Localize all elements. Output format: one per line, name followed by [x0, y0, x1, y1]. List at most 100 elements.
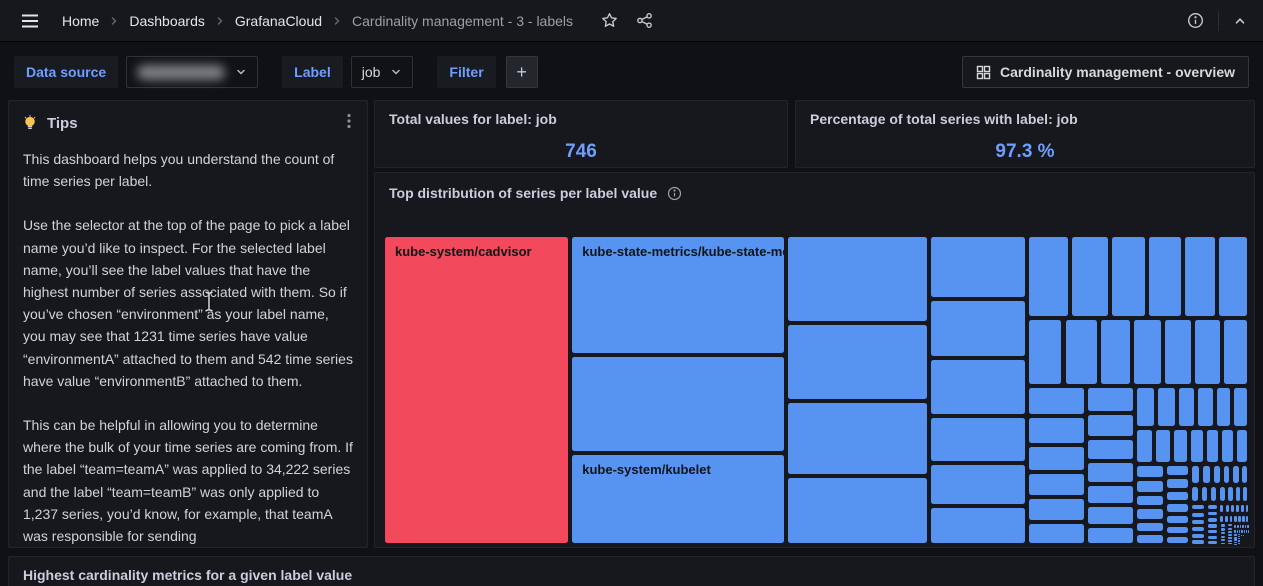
treemap-rect[interactable]	[1208, 530, 1217, 533]
breadcrumb-dashboards[interactable]: Dashboards	[129, 13, 205, 29]
treemap-rect[interactable]	[1214, 466, 1220, 484]
treemap-rect[interactable]	[1217, 388, 1231, 426]
treemap-rect[interactable]	[1158, 388, 1174, 426]
chevron-up-icon[interactable]	[1233, 14, 1247, 28]
treemap-rect[interactable]	[1221, 536, 1226, 538]
treemap-rect[interactable]	[1174, 430, 1187, 461]
treemap-rect[interactable]	[931, 418, 1025, 461]
treemap-rect[interactable]	[788, 403, 927, 474]
add-filter-button[interactable]: +	[506, 56, 538, 88]
treemap-rect[interactable]	[1112, 237, 1145, 316]
treemap-rect[interactable]	[1237, 530, 1238, 533]
star-icon[interactable]	[601, 12, 618, 29]
treemap-rect[interactable]	[1088, 507, 1133, 523]
overview-dashboard-link-button[interactable]: Cardinality management - overview	[962, 56, 1249, 88]
treemap-rect[interactable]	[1156, 430, 1170, 461]
treemap-rect[interactable]	[1219, 237, 1247, 316]
treemap-rect[interactable]	[1137, 523, 1163, 532]
treemap-rect[interactable]	[1167, 504, 1188, 512]
treemap-rect[interactable]	[1165, 320, 1191, 385]
treemap-rect[interactable]	[1221, 543, 1226, 545]
treemap-rect[interactable]	[1246, 516, 1248, 521]
treemap-rect[interactable]	[1192, 466, 1199, 484]
treemap-rect[interactable]	[1221, 528, 1226, 530]
treemap-rect[interactable]	[1233, 466, 1238, 484]
treemap-rect[interactable]	[1137, 466, 1163, 477]
treemap-rect[interactable]	[1220, 516, 1223, 521]
breadcrumb-home[interactable]: Home	[62, 13, 99, 29]
treemap-rect[interactable]	[1234, 542, 1236, 543]
treemap-rect[interactable]	[1243, 535, 1244, 537]
treemap-rect[interactable]	[1208, 512, 1217, 516]
treemap-rect[interactable]	[1167, 527, 1188, 533]
treemap-rect[interactable]	[1192, 534, 1204, 538]
treemap-rect[interactable]	[1192, 520, 1204, 524]
treemap-rect[interactable]	[1238, 516, 1240, 521]
treemap-rect[interactable]	[1246, 530, 1247, 533]
treemap-rect[interactable]	[1238, 541, 1240, 542]
treemap-rect[interactable]	[1203, 466, 1210, 484]
treemap-rect[interactable]	[1238, 543, 1240, 544]
treemap-rect[interactable]	[1220, 505, 1223, 512]
treemap-rect[interactable]	[1208, 505, 1217, 509]
treemap-rect[interactable]	[1029, 237, 1069, 316]
treemap-rect[interactable]	[1228, 487, 1233, 501]
info-icon[interactable]	[1187, 12, 1204, 29]
treemap-rect[interactable]	[1167, 479, 1188, 488]
treemap-rect[interactable]	[1029, 524, 1084, 543]
treemap-rect[interactable]	[1198, 388, 1212, 426]
treemap-rect[interactable]	[1246, 505, 1249, 512]
treemap-rect[interactable]	[1192, 505, 1204, 510]
treemap-rect[interactable]	[931, 465, 1025, 504]
treemap-rect[interactable]	[931, 508, 1025, 543]
treemap-rect[interactable]	[1226, 505, 1229, 512]
treemap-rect[interactable]	[1192, 487, 1198, 501]
treemap-rect[interactable]	[1192, 527, 1204, 531]
treemap-rect[interactable]	[1202, 487, 1207, 501]
treemap-rect[interactable]	[1185, 237, 1215, 316]
treemap-rect[interactable]	[1228, 540, 1232, 542]
treemap-rect[interactable]	[1137, 388, 1155, 426]
treemap-rect[interactable]	[1072, 237, 1107, 316]
treemap-rect[interactable]	[1088, 486, 1133, 503]
treemap-rect[interactable]	[1137, 535, 1163, 543]
treemap-rect[interactable]	[1237, 430, 1247, 461]
treemap-rect[interactable]	[931, 360, 1025, 414]
treemap-rect[interactable]	[1228, 524, 1232, 526]
treemap-rect[interactable]	[1234, 388, 1247, 426]
treemap-rect[interactable]	[1088, 388, 1133, 410]
treemap-rect[interactable]	[1243, 487, 1247, 501]
treemap-rect[interactable]	[1137, 496, 1163, 506]
treemap-rect[interactable]	[1208, 518, 1217, 522]
treemap-rect[interactable]	[1224, 320, 1247, 385]
treemap-rect[interactable]	[1221, 539, 1226, 541]
treemap-rect[interactable]	[1167, 466, 1188, 476]
treemap-rect[interactable]	[1247, 525, 1248, 528]
treemap-rect[interactable]	[1234, 516, 1236, 521]
treemap-rect[interactable]	[931, 301, 1025, 355]
treemap-rect[interactable]	[1029, 474, 1084, 496]
datasource-select[interactable]	[126, 56, 258, 88]
treemap-rect[interactable]	[1137, 430, 1152, 461]
treemap-rect[interactable]	[1208, 541, 1217, 544]
treemap-rect[interactable]	[1244, 530, 1245, 533]
treemap-rect[interactable]	[1221, 532, 1226, 534]
treemap-rect[interactable]	[1207, 430, 1218, 461]
treemap-rect[interactable]	[1228, 543, 1232, 545]
treemap-rect[interactable]	[1220, 487, 1225, 501]
treemap-rect[interactable]	[1238, 538, 1240, 539]
treemap-rect[interactable]	[1222, 430, 1233, 461]
treemap-rect[interactable]	[1137, 509, 1163, 518]
treemap-rect[interactable]	[1149, 237, 1181, 316]
treemap-rect[interactable]	[1066, 320, 1097, 385]
treemap-rect[interactable]	[1248, 530, 1249, 533]
treemap-rect[interactable]	[1134, 320, 1162, 385]
treemap-rect[interactable]	[1029, 499, 1084, 519]
treemap-rect[interactable]	[1242, 516, 1244, 521]
treemap-rect[interactable]	[1088, 440, 1133, 460]
treemap-rect[interactable]	[1195, 320, 1220, 385]
treemap-rect[interactable]	[1242, 525, 1243, 528]
treemap-rect[interactable]	[931, 237, 1025, 297]
treemap-rect[interactable]	[1088, 528, 1133, 543]
treemap-rect[interactable]	[1167, 537, 1188, 543]
